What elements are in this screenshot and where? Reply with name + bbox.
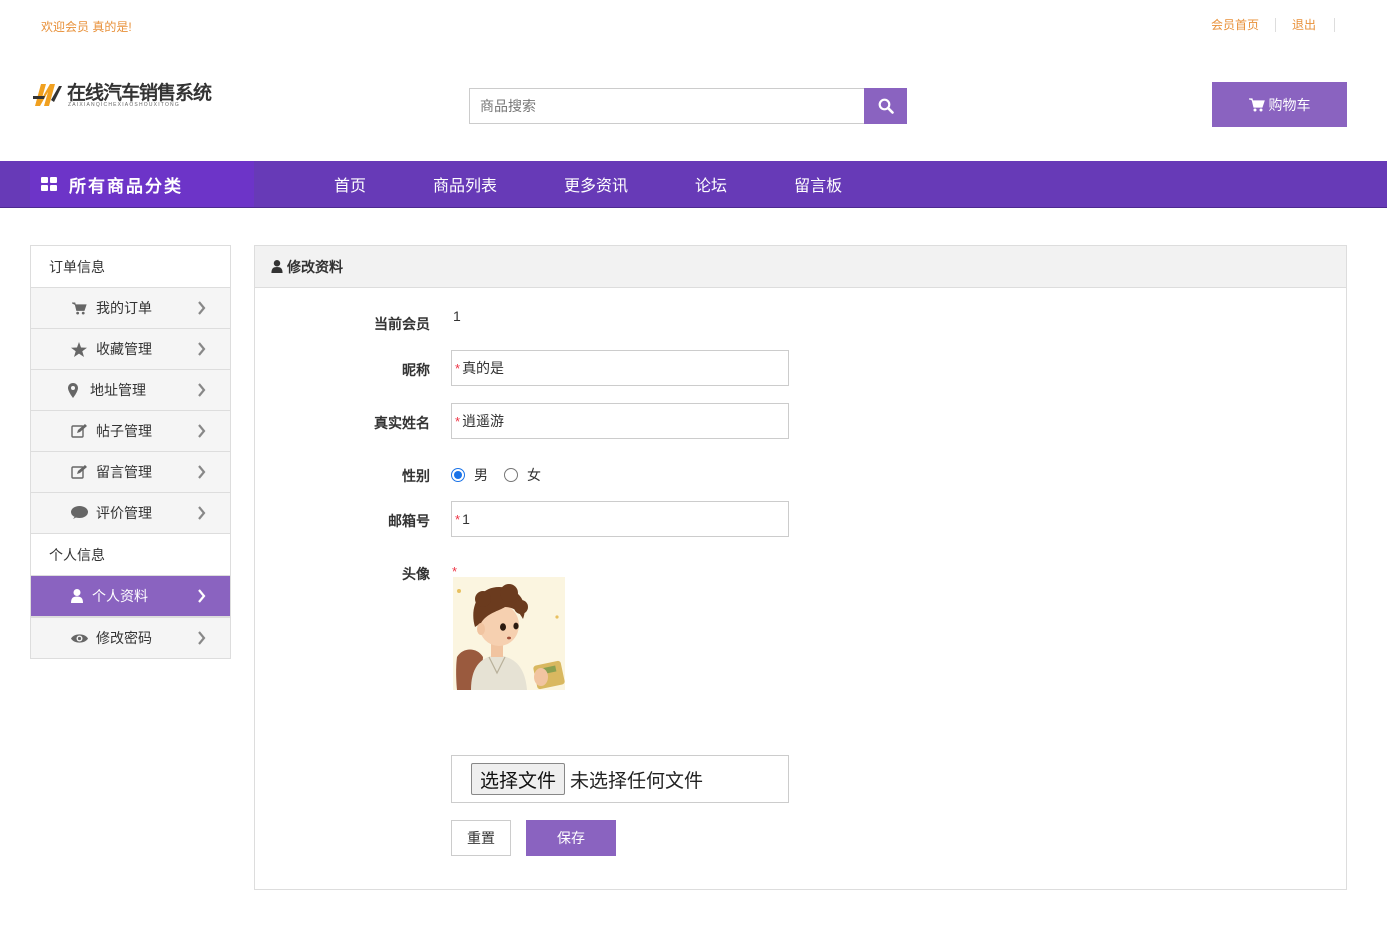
member-label: 当前会员 <box>374 316 430 332</box>
realname-label: 真实姓名 <box>374 415 430 431</box>
sidebar-item-label: 地址管理 <box>90 382 146 398</box>
nav-items: 首页 商品列表 更多资讯 论坛 留言板 <box>334 161 909 207</box>
nav-item-news[interactable]: 更多资讯 <box>564 172 628 196</box>
email-label: 邮箱号 <box>388 513 430 529</box>
cart-button[interactable]: 购物车 <box>1212 82 1347 127</box>
reset-button[interactable]: 重置 <box>451 820 511 856</box>
comment-icon <box>70 506 88 520</box>
top-bar: 欢迎会员 真的是! 会员首页 退出 <box>0 0 1387 50</box>
realname-value: 逍遥游 <box>462 413 505 429</box>
cart-icon <box>1248 97 1265 111</box>
star-icon <box>70 341 88 357</box>
sidebar-item-label: 收藏管理 <box>96 341 152 357</box>
email-value: 1 <box>462 511 470 527</box>
sidebar-item-address[interactable]: 地址管理 <box>31 370 230 411</box>
required-mark: * <box>455 413 461 429</box>
chevron-right-icon <box>198 424 206 438</box>
sidebar: 订单信息 我的订单 收藏管理 地址管理 帖子管理 留言管理 评价管理 个人信息 … <box>30 245 231 659</box>
sidebar-item-label: 我的订单 <box>96 300 152 316</box>
sidebar-item-label: 个人资料 <box>92 588 148 604</box>
member-value: 1 <box>453 308 461 324</box>
avatar-image <box>453 577 565 690</box>
eye-icon <box>70 633 88 644</box>
site-logo[interactable]: 在线汽车销售系统 ZAIXIANQICHEXIAOSHOUXITONG <box>33 78 213 112</box>
chevron-right-icon <box>198 383 206 397</box>
email-field[interactable]: * 1 <box>451 501 789 537</box>
file-status-text: 未选择任何文件 <box>570 770 704 792</box>
search-input[interactable] <box>469 88 864 124</box>
panel-header: 修改资料 <box>255 246 1346 288</box>
gender-label: 性别 <box>402 468 430 484</box>
chevron-right-icon <box>198 506 206 520</box>
panel-title: 修改资料 <box>287 258 343 275</box>
nickname-label: 昵称 <box>402 362 430 378</box>
sidebar-item-label: 帖子管理 <box>96 423 152 439</box>
realname-field[interactable]: * 逍遥游 <box>451 403 789 439</box>
user-icon <box>271 260 283 273</box>
sidebar-item-posts[interactable]: 帖子管理 <box>31 411 230 452</box>
gender-radio-group: 男 女 <box>451 465 541 485</box>
member-home-link[interactable]: 会员首页 <box>1195 18 1276 32</box>
sidebar-item-favorites[interactable]: 收藏管理 <box>31 329 230 370</box>
gender-female-radio[interactable] <box>504 468 518 482</box>
nickname-value: 真的是 <box>462 360 505 376</box>
sidebar-item-my-orders[interactable]: 我的订单 <box>31 288 230 329</box>
required-mark: * <box>455 511 461 527</box>
map-pin-icon <box>64 382 82 398</box>
chevron-right-icon <box>198 465 206 479</box>
cart-icon <box>70 301 88 315</box>
main-nav: 所有商品分类 首页 商品列表 更多资讯 论坛 留言板 <box>0 161 1387 208</box>
gender-female-label: 女 <box>527 467 541 483</box>
sidebar-group-orders: 订单信息 <box>31 246 230 288</box>
logo-title: 在线汽车销售系统 <box>67 82 212 104</box>
nav-item-home[interactable]: 首页 <box>334 172 366 196</box>
edit-icon <box>70 424 88 438</box>
choose-file-button[interactable]: 选择文件 <box>471 763 566 795</box>
sidebar-item-profile[interactable]: 个人资料 <box>31 576 230 618</box>
gender-male-radio[interactable] <box>451 468 465 482</box>
grid-icon <box>41 177 57 191</box>
search-icon <box>878 98 894 114</box>
nav-item-messages[interactable]: 留言板 <box>794 172 842 196</box>
all-categories-button[interactable]: 所有商品分类 <box>30 161 254 207</box>
required-mark: * <box>455 360 461 376</box>
edit-icon <box>70 465 88 479</box>
profile-panel: 修改资料 当前会员 1 昵称 * 真的是 真实姓名 * 逍遥游 性别 男 女 邮… <box>254 245 1347 890</box>
sidebar-item-messages[interactable]: 留言管理 <box>31 452 230 493</box>
top-links: 会员首页 退出 <box>1195 18 1335 32</box>
all-categories-label: 所有商品分类 <box>69 176 183 196</box>
nickname-field[interactable]: * 真的是 <box>451 350 789 386</box>
chevron-right-icon <box>198 589 206 603</box>
logo-subtitle: ZAIXIANQICHEXIAOSHOUXITONG <box>68 102 180 108</box>
chevron-right-icon <box>198 342 206 356</box>
nav-item-forum[interactable]: 论坛 <box>695 172 727 196</box>
logo-mark-icon <box>33 84 62 106</box>
search-button[interactable] <box>864 88 907 124</box>
sidebar-item-label: 修改密码 <box>96 630 152 646</box>
chevron-right-icon <box>198 631 206 645</box>
sidebar-item-label: 评价管理 <box>96 505 152 521</box>
user-icon <box>70 589 84 603</box>
save-button[interactable]: 保存 <box>526 820 616 856</box>
cart-label: 购物车 <box>1268 96 1311 113</box>
avatar-label: 头像 <box>402 566 430 582</box>
nav-item-products[interactable]: 商品列表 <box>433 172 497 196</box>
chevron-right-icon <box>198 301 206 315</box>
avatar-file-input: 选择文件 未选择任何文件 <box>451 755 789 803</box>
sidebar-item-reviews[interactable]: 评价管理 <box>31 493 230 534</box>
sidebar-item-change-password[interactable]: 修改密码 <box>31 618 230 659</box>
sidebar-group-personal: 个人信息 <box>31 534 230 576</box>
search-bar <box>469 88 907 124</box>
sidebar-item-label: 留言管理 <box>96 464 152 480</box>
gender-male-label: 男 <box>474 467 488 483</box>
welcome-text: 欢迎会员 真的是! <box>41 20 132 34</box>
logout-link[interactable]: 退出 <box>1276 18 1335 32</box>
